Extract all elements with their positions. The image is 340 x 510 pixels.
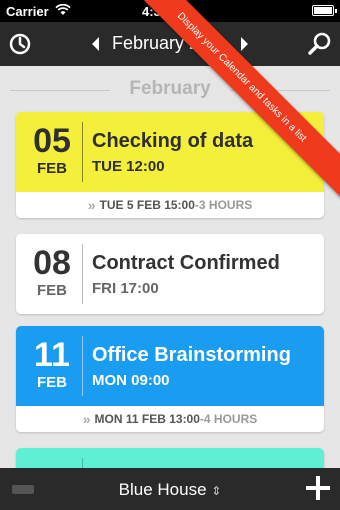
event-card[interactable]: 11 FEB Office Brainstorming MON 09:00 » …	[16, 326, 324, 432]
plus-icon[interactable]	[306, 476, 330, 500]
event-main[interactable]: 08 FEB Contract Confirmed FRI 17:00	[16, 234, 324, 314]
section-header: February	[0, 78, 340, 102]
event-month: FEB	[37, 160, 67, 177]
event-main[interactable]: 11 FEB Office Brainstorming MON 09:00	[16, 326, 324, 406]
event-title: Contract Confirmed	[92, 252, 280, 274]
event-card[interactable]: 05 FEB Checking of data TUE 12:00 » TUE …	[16, 112, 324, 218]
event-footer-duration: -4 HOURS	[199, 412, 258, 426]
event-footer: » TUE 5 FEB 15:00 -3 HOURS	[16, 192, 324, 218]
event-month: FEB	[37, 374, 67, 391]
event-divider	[82, 122, 83, 182]
event-footer: » MON 11 FEB 13:00 -4 HOURS	[16, 406, 324, 432]
wifi-icon	[55, 3, 71, 19]
nav-bar: February 2	[0, 22, 340, 66]
section-label: February	[129, 78, 211, 99]
event-divider	[82, 458, 83, 468]
event-title: Office Brainstorming	[92, 344, 291, 366]
event-title: Checking of data	[92, 130, 254, 152]
search-icon[interactable]	[306, 30, 334, 58]
event-footer-date: TUE 5 FEB 15:00	[99, 198, 195, 212]
carrier-label: Carrier	[6, 3, 49, 19]
event-main[interactable]	[16, 448, 324, 468]
battery-icon	[312, 5, 337, 16]
event-day: 11	[34, 336, 70, 374]
event-divider	[82, 244, 83, 304]
section-divider-right	[230, 90, 330, 91]
event-time: MON 09:00	[92, 372, 170, 389]
calendar-name: Blue House	[118, 480, 207, 499]
chevron-left-icon[interactable]	[90, 36, 100, 52]
event-main[interactable]: 05 FEB Checking of data TUE 12:00	[16, 112, 324, 192]
bottom-toolbar: Blue House ⇕	[0, 468, 340, 510]
event-time: FRI 17:00	[92, 280, 159, 297]
event-footer-duration: -3 HOURS	[194, 198, 253, 212]
status-bar: Carrier 4:3	[0, 0, 340, 22]
event-month: FEB	[37, 282, 67, 299]
month-title: February 2	[112, 33, 200, 53]
event-divider	[82, 336, 83, 396]
event-card[interactable]: 08 FEB Contract Confirmed FRI 17:00	[16, 234, 324, 314]
double-chevron-icon: »	[82, 411, 91, 427]
event-day: 08	[33, 244, 71, 282]
event-day: 05	[33, 122, 71, 160]
calendar-selector[interactable]: Blue House ⇕	[0, 480, 340, 500]
clock-icon[interactable]	[6, 30, 34, 58]
updown-arrows-icon: ⇕	[211, 484, 222, 498]
status-time: 4:3	[142, 3, 161, 19]
event-card[interactable]	[16, 448, 324, 468]
event-list: February 05 FEB Checking of data TUE 12:…	[0, 66, 340, 468]
double-chevron-icon: »	[87, 197, 96, 213]
event-time: TUE 12:00	[92, 158, 165, 175]
event-footer-date: MON 11 FEB 13:00	[94, 412, 200, 426]
chevron-right-icon[interactable]	[240, 36, 250, 52]
